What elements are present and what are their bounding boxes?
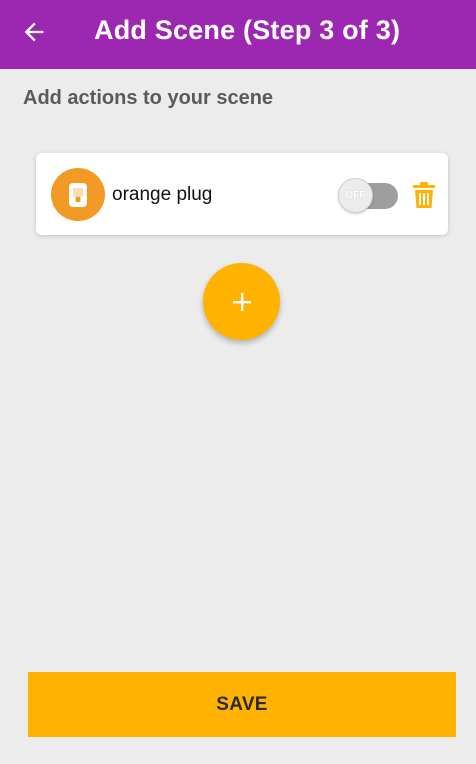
app-bar: Add Scene (Step 3 of 3) xyxy=(0,0,476,69)
section-title: Add actions to your scene xyxy=(23,87,274,109)
action-card: orange plug OFF xyxy=(36,153,448,235)
add-action-button[interactable] xyxy=(203,263,280,340)
device-toggle[interactable]: OFF xyxy=(338,177,398,213)
back-button[interactable] xyxy=(12,12,56,52)
arrow-left-icon xyxy=(24,22,44,42)
toggle-knob: OFF xyxy=(338,178,373,213)
plug-icon xyxy=(69,182,87,207)
delete-button[interactable] xyxy=(412,181,436,209)
page-title: Add Scene (Step 3 of 3) xyxy=(94,15,401,45)
plus-icon xyxy=(232,292,251,311)
toggle-state-label: OFF xyxy=(345,190,366,201)
device-avatar xyxy=(51,168,105,221)
trash-icon xyxy=(413,182,435,208)
device-name: orange plug xyxy=(112,184,213,205)
save-button[interactable]: SAVE xyxy=(28,672,456,737)
